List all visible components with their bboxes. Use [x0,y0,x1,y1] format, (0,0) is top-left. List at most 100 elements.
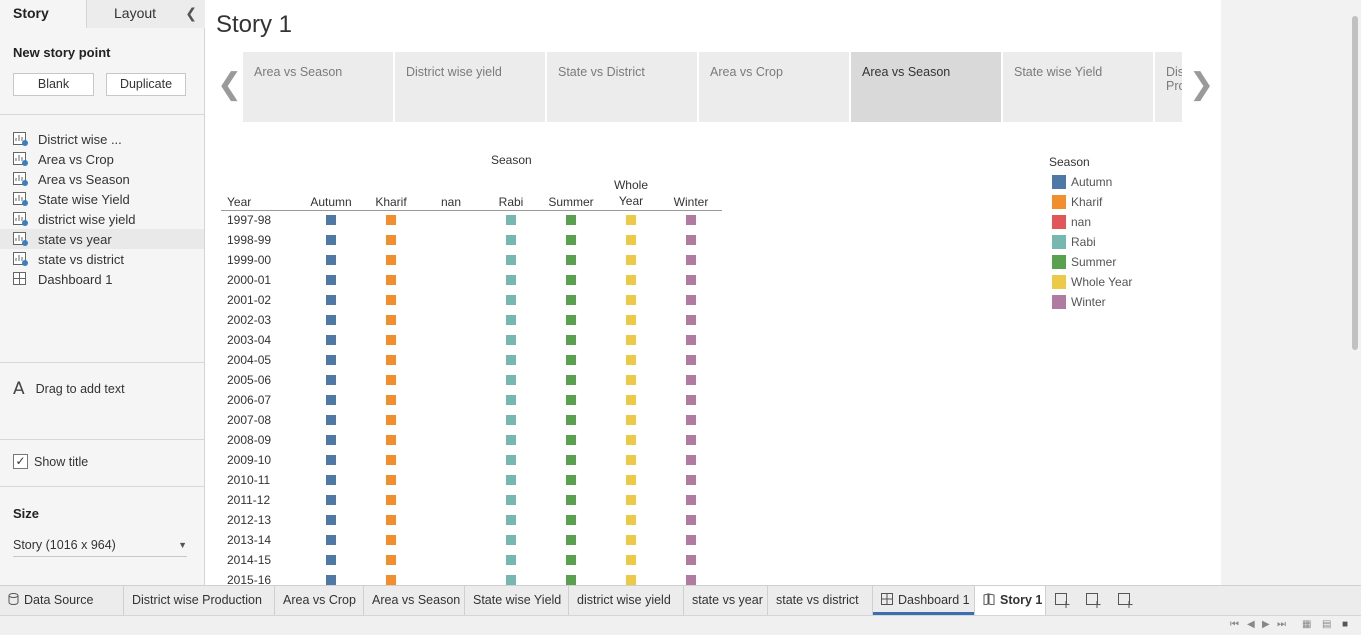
season-mark[interactable] [386,255,396,265]
season-mark[interactable] [326,475,336,485]
season-mark[interactable] [626,275,636,285]
season-mark[interactable] [386,355,396,365]
season-mark[interactable] [626,355,636,365]
previous-story-point-arrow-icon[interactable]: ❮ [217,70,242,100]
season-mark[interactable] [686,355,696,365]
season-mark[interactable] [566,355,576,365]
tab-layout[interactable]: Layout ❮ [87,0,205,28]
season-mark[interactable] [566,215,576,225]
season-mark[interactable] [386,515,396,525]
season-mark[interactable] [386,215,396,225]
season-mark[interactable] [566,455,576,465]
season-mark[interactable] [686,455,696,465]
story-point-3[interactable]: State vs District [547,52,697,122]
sheet-tab-8[interactable]: Dashboard 1 [873,586,975,615]
season-mark[interactable] [326,415,336,425]
season-mark[interactable] [626,235,636,245]
sheet-tab-0[interactable]: Data Source [0,586,124,615]
season-mark[interactable] [566,295,576,305]
season-mark[interactable] [626,495,636,505]
season-mark[interactable] [506,315,516,325]
season-mark[interactable] [626,215,636,225]
season-mark[interactable] [686,315,696,325]
story-point-7[interactable]: Dis Pro [1155,52,1182,122]
season-mark[interactable] [386,315,396,325]
season-mark[interactable] [686,575,696,585]
season-mark[interactable] [626,415,636,425]
season-mark[interactable] [506,555,516,565]
new-worksheet-icon[interactable] [1054,592,1072,610]
season-mark[interactable] [686,215,696,225]
sheet-list-item[interactable]: District wise ... [0,129,204,149]
season-mark[interactable] [506,215,516,225]
season-mark[interactable] [686,235,696,245]
season-mark[interactable] [686,295,696,305]
season-mark[interactable] [386,375,396,385]
season-mark[interactable] [506,375,516,385]
prev-page-icon[interactable]: ◀ [1247,619,1255,630]
season-mark[interactable] [506,295,516,305]
sheet-tab-2[interactable]: Area vs Crop [275,586,364,615]
season-mark[interactable] [626,315,636,325]
season-mark[interactable] [566,495,576,505]
legend-item[interactable]: Summer [1052,255,1116,269]
sheet-list-item[interactable]: Area vs Crop [0,149,204,169]
season-mark[interactable] [626,515,636,525]
next-page-icon[interactable]: ▶ [1262,619,1270,630]
season-mark[interactable] [686,255,696,265]
show-title-toggle[interactable]: ✓ Show title [13,454,88,469]
filmstrip-view-icon[interactable]: ▤ [1322,619,1331,630]
season-mark[interactable] [506,275,516,285]
tab-story[interactable]: Story [0,0,87,28]
season-mark[interactable] [386,435,396,445]
sheet-tab-9[interactable]: Story 1 [975,586,1046,615]
sheet-tab-5[interactable]: district wise yield [569,586,684,615]
season-mark[interactable] [386,575,396,585]
season-mark[interactable] [326,495,336,505]
season-mark[interactable] [626,575,636,585]
season-mark[interactable] [326,235,336,245]
season-mark[interactable] [506,355,516,365]
season-mark[interactable] [386,455,396,465]
story-point-1[interactable]: Area vs Season [243,52,393,122]
season-mark[interactable] [626,435,636,445]
season-mark[interactable] [326,535,336,545]
sheet-tab-1[interactable]: District wise Production [124,586,275,615]
legend-item[interactable]: Winter [1052,295,1106,309]
season-mark[interactable] [566,475,576,485]
season-mark[interactable] [326,575,336,585]
next-story-point-arrow-icon[interactable]: ❯ [1189,70,1214,100]
season-mark[interactable] [506,475,516,485]
season-mark[interactable] [386,535,396,545]
season-mark[interactable] [326,455,336,465]
season-mark[interactable] [626,395,636,405]
season-mark[interactable] [386,275,396,285]
season-mark[interactable] [386,235,396,245]
season-mark[interactable] [326,555,336,565]
season-mark[interactable] [626,295,636,305]
season-mark[interactable] [506,495,516,505]
legend-item[interactable]: Autumn [1052,175,1112,189]
season-mark[interactable] [326,395,336,405]
story-point-2[interactable]: District wise yield [395,52,545,122]
drag-to-add-text[interactable]: A Drag to add text [13,379,125,399]
story-point-6[interactable]: State wise Yield [1003,52,1153,122]
blank-button[interactable]: Blank [13,73,94,96]
season-mark[interactable] [626,535,636,545]
season-mark[interactable] [686,475,696,485]
sheet-list-item[interactable]: Area vs Season [0,169,204,189]
season-mark[interactable] [326,255,336,265]
last-page-icon[interactable]: ⏭ [1277,619,1286,630]
season-mark[interactable] [506,255,516,265]
season-mark[interactable] [506,455,516,465]
season-mark[interactable] [506,515,516,525]
season-mark[interactable] [506,535,516,545]
season-mark[interactable] [386,295,396,305]
season-mark[interactable] [566,275,576,285]
first-page-icon[interactable]: ⏮ [1230,619,1239,630]
vertical-scrollbar[interactable] [1352,16,1358,350]
season-mark[interactable] [566,315,576,325]
season-mark[interactable] [326,515,336,525]
season-mark[interactable] [386,395,396,405]
season-mark[interactable] [626,475,636,485]
